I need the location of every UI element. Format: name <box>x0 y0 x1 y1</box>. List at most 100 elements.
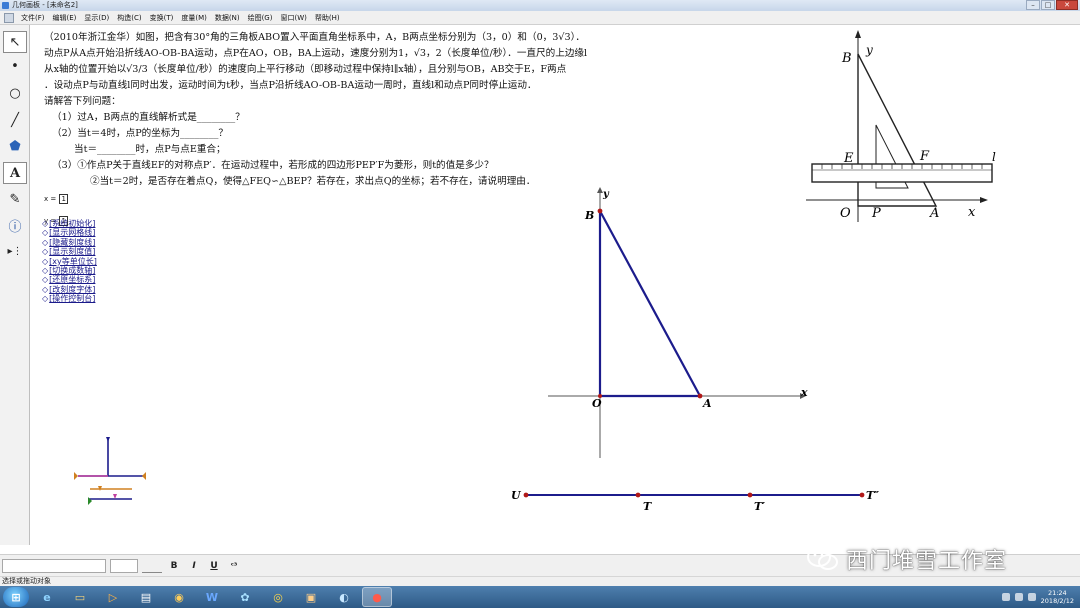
toolbox: ↖ • ○ ╱ ⬟ A ✎ ⓘ ▸⋮ <box>0 25 30 545</box>
label-t-prime: T′ <box>754 500 765 513</box>
window-app[interactable]: ▤ <box>131 587 161 607</box>
font-size-select[interactable] <box>110 558 138 573</box>
label-x: x <box>800 386 808 399</box>
x-param-label: x = <box>44 195 57 203</box>
polygon-tool[interactable]: ⬟ <box>3 135 27 157</box>
title-bar[interactable]: 几何画板 - [未命名2] – □ ✕ <box>0 0 1080 11</box>
document-icon[interactable] <box>4 13 14 23</box>
question-2a: （2）当t＝4时，点P的坐标为________？ <box>52 128 229 139</box>
bold-button[interactable]: B <box>166 558 182 574</box>
diamond-icon: ◇ <box>42 237 49 247</box>
question-2b: 当t＝________时，点P与点E重合； <box>74 144 226 155</box>
x-param-value[interactable]: 1 <box>59 194 69 204</box>
compass-tool[interactable]: ○ <box>3 82 27 104</box>
figure-label-b: B <box>841 51 852 66</box>
marker-tool[interactable]: ✎ <box>3 188 27 210</box>
arrow-select-tool[interactable]: ↖ <box>3 31 27 53</box>
point-tool[interactable]: • <box>3 55 27 77</box>
point-a[interactable] <box>697 393 703 399</box>
action-button[interactable]: ◇[还原坐标系] <box>42 275 97 284</box>
action-button[interactable]: ◇[显示刻度值] <box>42 247 97 256</box>
app-window: 几何画板 - [未命名2] – □ ✕ 文件(F) 编辑(E) 显示(D) 构造… <box>0 0 1080 608</box>
figure-label-e: E <box>843 151 854 166</box>
figure-label-p: P <box>871 206 881 221</box>
word-app[interactable]: W <box>197 587 227 607</box>
symbol-button[interactable]: ᶜ³ <box>226 558 242 574</box>
problem-line-5: 请解答下列问题： <box>44 96 121 107</box>
action-button[interactable]: ◇[隐藏刻度线] <box>42 238 97 247</box>
arrow-icon: ↖ <box>9 34 21 50</box>
menu-construct[interactable]: 构造(C) <box>113 11 145 24</box>
media-player-app[interactable]: ◉ <box>164 587 194 607</box>
media-app[interactable]: ▷ <box>98 587 128 607</box>
custom-tool[interactable]: ▸⋮ <box>3 240 27 262</box>
frame-app[interactable]: ▣ <box>296 587 326 607</box>
point-b[interactable] <box>597 208 603 214</box>
custom-tool-icon: ▸⋮ <box>7 245 23 257</box>
diamond-icon: ◇ <box>42 294 49 304</box>
explorer-app[interactable]: ▭ <box>65 587 95 607</box>
info-tool[interactable]: ⓘ <box>3 214 27 236</box>
diamond-icon: ◇ <box>42 228 49 238</box>
underline-button[interactable]: U <box>206 558 222 574</box>
start-button[interactable]: ⊞ <box>3 587 29 607</box>
menu-help[interactable]: 帮助(H) <box>311 11 344 24</box>
problem-line-2: 动点P从A点开始沿折线AO-OB-BA运动，点P在AO，OB，BA上运动，速度分… <box>44 48 588 59</box>
tray-ime-icon[interactable] <box>1027 593 1036 601</box>
point-t[interactable] <box>635 492 641 498</box>
action-button[interactable]: ◇[xy等单位长] <box>42 257 97 266</box>
menu-measure[interactable]: 度量(M) <box>177 11 211 24</box>
ie-icon: e <box>43 590 51 604</box>
menu-display[interactable]: 显示(D) <box>80 11 113 24</box>
sketchpad-app[interactable]: ● <box>362 587 392 607</box>
text-tool[interactable]: A <box>3 162 27 184</box>
geometry-app[interactable]: ◐ <box>329 587 359 607</box>
info-icon: ⓘ <box>8 219 22 235</box>
network-app[interactable]: ✿ <box>230 587 260 607</box>
pen-icon: ✎ <box>9 191 21 207</box>
problem-line-3: 从x轴的位置开始以√3/3（长度单位/秒）的速度向上平行移动（即移动过程中保持l… <box>44 64 567 75</box>
figure-label-o: O <box>840 206 851 221</box>
menu-file[interactable]: 文件(F) <box>17 11 49 24</box>
diamond-icon: ◇ <box>42 266 49 276</box>
clock[interactable]: 21:24 2018/2/12 <box>1041 589 1074 605</box>
point-t-double-prime[interactable] <box>859 492 865 498</box>
chrome-app[interactable]: ◎ <box>263 587 293 607</box>
ie-app[interactable]: e <box>32 587 62 607</box>
figure-label-y: y <box>865 43 873 57</box>
figure-label-a: A <box>929 206 939 221</box>
menu-data[interactable]: 数据(N) <box>211 11 244 24</box>
point-t-prime[interactable] <box>747 492 753 498</box>
color-select[interactable] <box>142 559 162 573</box>
figure-triangle <box>857 53 938 207</box>
menu-edit[interactable]: 编辑(E) <box>49 11 81 24</box>
action-button-list: ◇[系统初始化] ◇[显示网格线] ◇[隐藏刻度线] ◇[显示刻度值] ◇[xy… <box>42 219 97 304</box>
problem-text[interactable]: （2010年浙江金华）如图，把含有30°角的三角板ABO置入平面直角坐标系中，A… <box>44 30 784 190</box>
text-icon: A <box>9 165 21 181</box>
action-button[interactable]: ◇[系统初始化] <box>42 219 97 228</box>
close-button[interactable]: ✕ <box>1056 0 1078 10</box>
clock-date: 2018/2/12 <box>1040 597 1074 605</box>
menu-transform[interactable]: 变换(T) <box>146 11 178 24</box>
tray-network-icon[interactable] <box>1001 593 1010 601</box>
action-button[interactable]: ◇[操作控制台] <box>42 294 97 303</box>
point-icon: • <box>11 58 19 74</box>
maximize-button[interactable]: □ <box>1041 0 1055 10</box>
clock-time: 21:24 <box>1047 589 1067 597</box>
menu-window[interactable]: 窗口(W) <box>276 11 310 24</box>
font-family-select[interactable] <box>2 558 106 573</box>
figure-x-arrow <box>980 197 988 203</box>
italic-button[interactable]: I <box>186 558 202 574</box>
line-tool[interactable]: ╱ <box>3 109 27 131</box>
point-u[interactable] <box>523 492 529 498</box>
label-u: U <box>511 489 522 502</box>
minimize-button[interactable]: – <box>1026 0 1040 10</box>
polygon-icon: ⬟ <box>9 138 21 154</box>
action-button[interactable]: ◇[改刻度字体] <box>42 285 97 294</box>
window-title: 几何画板 - [未命名2] <box>12 1 78 9</box>
frame-icon: ▣ <box>305 590 317 604</box>
action-button[interactable]: ◇[显示网格线] <box>42 228 97 237</box>
menu-graph[interactable]: 绘图(G) <box>244 11 277 24</box>
tray-volume-icon[interactable] <box>1014 593 1023 601</box>
question-3b: ②当t＝2时，是否存在着点Q，使得△FEQ∽△BEP？若存在，求出点Q的坐标；若… <box>90 176 536 187</box>
